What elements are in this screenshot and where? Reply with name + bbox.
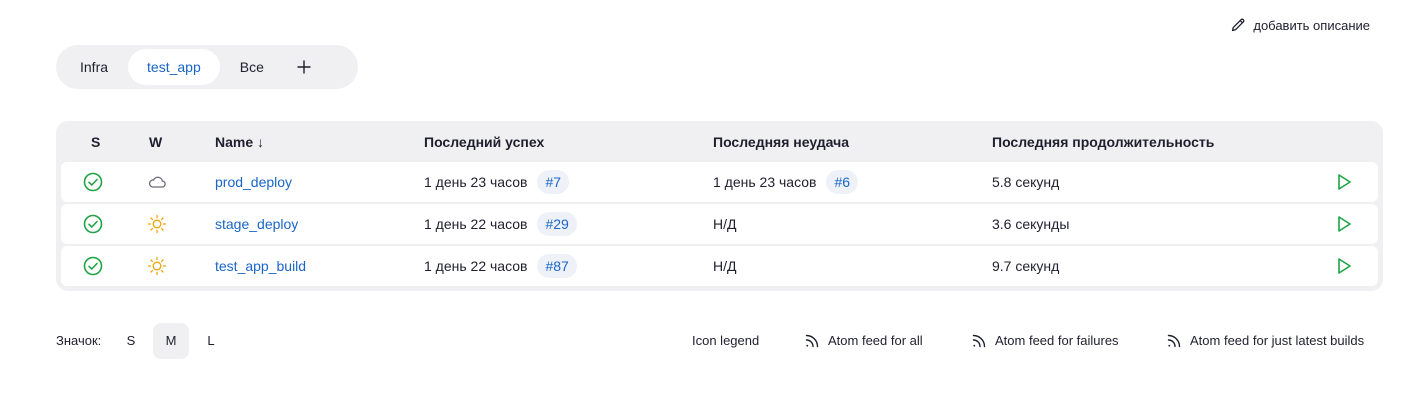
run-build-icon[interactable] [1334, 256, 1354, 276]
last-failure-time: 1 день 23 часов [713, 174, 817, 190]
job-link-stage-deploy[interactable]: stage_deploy [215, 204, 298, 244]
cloudy-icon [148, 176, 166, 188]
atom-feed-all-link[interactable]: Atom feed for all [804, 323, 923, 359]
run-build-icon[interactable] [1334, 172, 1354, 192]
last-failure-cell: 1 день 23 часов #6 [713, 162, 859, 202]
icon-legend-label: Icon legend [692, 333, 760, 348]
success-status-icon [83, 172, 103, 192]
plus-icon [297, 60, 311, 74]
success-build-link[interactable]: #87 [537, 254, 577, 278]
icon-size-m[interactable]: M [153, 323, 189, 359]
tab-test-app[interactable]: test_app [128, 49, 220, 85]
last-failure-time: Н/Д [713, 216, 737, 232]
icon-size-s[interactable]: S [113, 323, 149, 359]
last-duration: 5.8 секунд [992, 174, 1060, 190]
success-build-link[interactable]: #7 [537, 170, 570, 194]
tab-all[interactable]: Все [220, 49, 284, 85]
atom-feed-failures-label: Atom feed for failures [995, 333, 1119, 348]
column-header-status[interactable]: S [91, 121, 100, 163]
atom-feed-latest-link[interactable]: Atom feed for just latest builds [1166, 323, 1364, 359]
rss-icon [1167, 334, 1181, 348]
run-build-icon[interactable] [1334, 214, 1354, 234]
add-view-button[interactable] [286, 49, 322, 85]
last-success-time: 1 день 22 часов [424, 216, 528, 232]
atom-feed-failures-link[interactable]: Atom feed for failures [971, 323, 1119, 359]
column-header-name[interactable]: Name ↓ [215, 121, 264, 163]
column-header-last-failure[interactable]: Последняя неудача [713, 121, 849, 163]
last-duration: 3.6 секунды [992, 216, 1070, 232]
last-duration: 9.7 секунд [992, 258, 1060, 274]
atom-feed-all-label: Atom feed for all [828, 333, 923, 348]
job-link-prod-deploy[interactable]: prod_deploy [215, 162, 292, 202]
icon-legend-link[interactable]: Icon legend [692, 323, 759, 359]
last-success-time: 1 день 23 часов [424, 174, 528, 190]
failure-build-link[interactable]: #6 [826, 170, 859, 194]
job-link-test-app-build[interactable]: test_app_build [215, 246, 306, 286]
jobs-table: S W Name ↓ Последний успех Последняя неу… [56, 121, 1383, 291]
table-row: test_app_build 1 день 22 часов #87 Н/Д 9.… [61, 246, 1378, 286]
table-footer: Значок: S M L Icon legend Atom feed for … [56, 323, 1370, 359]
table-row: prod_deploy 1 день 23 часов #7 1 день 23 … [61, 162, 1378, 202]
rss-icon [805, 334, 819, 348]
last-failure-time: Н/Д [713, 258, 737, 274]
icon-size-label: Значок: [56, 333, 102, 348]
add-description-link[interactable]: добавить описание [1230, 17, 1370, 33]
column-header-last-duration[interactable]: Последняя продолжительность [992, 121, 1214, 163]
atom-feed-latest-label: Atom feed for just latest builds [1190, 333, 1365, 348]
table-row: stage_deploy 1 день 22 часов #29 Н/Д 3.6 … [61, 204, 1378, 244]
last-success-cell: 1 день 22 часов #87 [424, 246, 577, 286]
success-status-icon [83, 256, 103, 276]
icon-size-l[interactable]: L [193, 323, 229, 359]
last-success-time: 1 день 22 часов [424, 258, 528, 274]
tab-infra[interactable]: Infra [60, 49, 128, 85]
sunny-icon [147, 256, 167, 276]
last-success-cell: 1 день 22 часов #29 [424, 204, 577, 244]
add-description-label: добавить описание [1253, 17, 1370, 33]
table-header: S W Name ↓ Последний успех Последняя неу… [56, 121, 1383, 161]
column-header-last-success[interactable]: Последний успех [424, 121, 544, 163]
column-header-weather[interactable]: W [149, 121, 162, 163]
view-tabs: Infra test_app Все [56, 45, 358, 89]
last-success-cell: 1 день 23 часов #7 [424, 162, 570, 202]
success-build-link[interactable]: #29 [537, 212, 577, 236]
rss-icon [972, 334, 986, 348]
success-status-icon [83, 214, 103, 234]
sunny-icon [147, 214, 167, 234]
pencil-icon [1232, 18, 1245, 32]
